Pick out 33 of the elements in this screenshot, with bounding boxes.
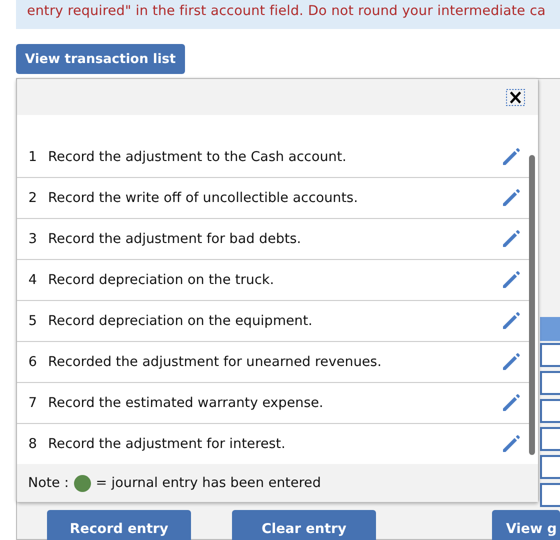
pencil-icon[interactable] [501,352,521,372]
pencil-icon[interactable] [501,188,521,208]
pencil-icon[interactable] [501,434,521,454]
pencil-icon[interactable] [501,147,521,167]
row-number: 3 [27,231,37,247]
note-label: Note : [28,475,69,491]
transaction-text[interactable]: Record the adjustment for bad debts. [48,231,501,247]
pencil-icon[interactable] [501,229,521,249]
scrollbar[interactable] [529,155,535,455]
row-number: 7 [27,395,37,411]
action-button[interactable]: Record entry [47,510,191,540]
action-button[interactable]: Clear entry [232,510,376,540]
transaction-text[interactable]: Record the write off of uncollectible accounts. [48,190,501,206]
transaction-text[interactable]: Record depreciation on the equipment. [48,313,501,329]
row-number: 8 [27,436,37,452]
note-text: = journal entry has been entered [96,475,321,491]
instructions-text: entry required" in the first account field. Do not round your intermediate ca [27,3,546,19]
row-number: 6 [27,354,37,370]
view-transaction-list-button[interactable]: View transaction list [16,44,185,74]
action-button[interactable]: View g [492,510,560,540]
pencil-icon[interactable] [501,270,521,290]
transaction-text[interactable]: Record the adjustment to the Cash account. [48,149,501,165]
close-icon[interactable] [506,88,525,106]
row-number: 2 [27,190,37,206]
pencil-icon[interactable] [501,393,521,413]
transaction-text[interactable]: Recorded the adjustment for unearned revenues. [48,354,501,370]
row-number: 5 [27,313,37,329]
row-number: 4 [27,272,37,288]
row-number: 1 [27,149,37,165]
transaction-text[interactable]: Record the estimated warranty expense. [48,395,501,411]
transaction-text[interactable]: Record depreciation on the truck. [48,272,501,288]
transaction-text[interactable]: Record the adjustment for interest. [48,436,501,452]
pencil-icon[interactable] [501,311,521,331]
